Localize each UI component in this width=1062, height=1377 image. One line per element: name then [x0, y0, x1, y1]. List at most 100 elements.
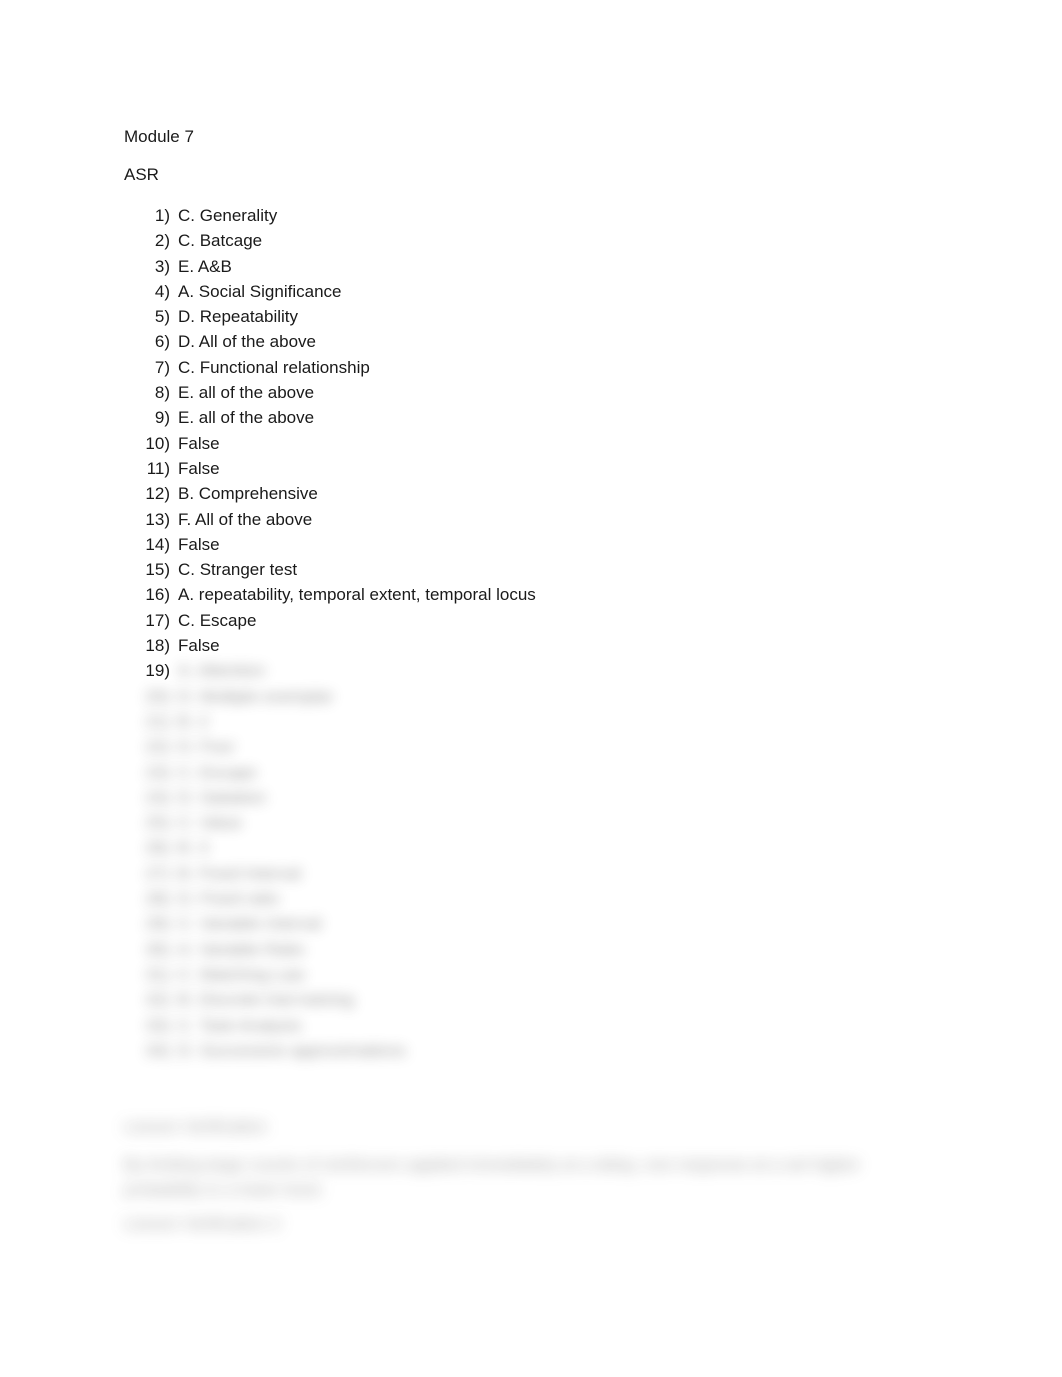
- answer-text: D. Fixed ratio: [178, 889, 280, 909]
- answer-number: 23): [145, 762, 170, 782]
- answer-text: D. Successive approximations: [178, 1040, 406, 1060]
- answer-text: F. All of the above: [178, 509, 313, 529]
- answer-row: 7) C. Functional relationship: [124, 355, 1004, 380]
- answer-text: C. Value: [178, 813, 242, 833]
- answer-row: 2) C. Batcage: [124, 228, 1004, 253]
- answer-text: E. all of the above: [178, 408, 315, 428]
- answer-number: 30): [145, 939, 170, 959]
- answer-text: False: [178, 458, 220, 478]
- answer-number: 31): [145, 964, 170, 984]
- answer-number: 9): [154, 408, 170, 428]
- answer-row: 16) A. repeatability, temporal extent, te…: [124, 582, 1004, 607]
- answer-row: 14) False: [124, 532, 1004, 557]
- answer-number: 19): [145, 661, 170, 681]
- answer-row: 6) D. All of the above: [124, 329, 1004, 354]
- answer-number: 16): [145, 585, 170, 605]
- answer-text: C. Escape: [178, 610, 257, 630]
- answer-row: 30) A. Variable Ratio: [124, 937, 1004, 962]
- answer-row: 20) D. Multiple exemplar: [124, 684, 1004, 709]
- answer-number: 13): [145, 509, 170, 529]
- answer-text: A. repeatability, temporal extent, tempo…: [178, 585, 536, 605]
- answer-row: 31) C. Matching Law: [124, 962, 1004, 987]
- answer-row: 28) D. Fixed ratio: [124, 886, 1004, 911]
- answer-row: 22) D. Four: [124, 734, 1004, 759]
- answer-row: 12) B. Comprehensive: [124, 481, 1004, 506]
- answer-number: 2): [154, 231, 170, 251]
- answer-text: C. Functional relationship: [178, 357, 370, 377]
- document-subtitle: ASR: [124, 165, 159, 184]
- answer-text: B. 3: [178, 838, 209, 858]
- answer-number: 8): [154, 383, 170, 403]
- answer-text: D. Satiation: [178, 787, 266, 807]
- answer-number: 5): [154, 307, 170, 327]
- answer-row: 10) False: [124, 431, 1004, 456]
- answer-number: 11): [146, 458, 170, 478]
- answer-text: A. Variable Ratio: [178, 939, 305, 959]
- page-title: Module 7: [124, 127, 194, 146]
- answer-row: 33) C. Task Analysis: [124, 1013, 1004, 1038]
- answer-text: False: [178, 433, 220, 453]
- section-heading-lesson-verification-2: Lesson Verification 2: [124, 1214, 281, 1233]
- answer-row: 3) E. A&B: [124, 254, 1004, 279]
- answer-list: 1) C. Generality 2) C. Batcage 3) E. A&B 4) A. …: [124, 203, 1004, 1063]
- answer-text: A. Social Significance: [178, 281, 342, 301]
- answer-number: 24): [145, 787, 170, 807]
- answer-number: 12): [145, 484, 170, 504]
- answer-row: 34) D. Successive approximations: [124, 1038, 1004, 1063]
- answer-text: False: [178, 534, 220, 554]
- answer-row: 27) B. Fixed Interval: [124, 861, 1004, 886]
- answer-number: 15): [145, 560, 170, 580]
- answer-number: 3): [154, 256, 170, 276]
- answer-text: D. Multiple exemplar: [178, 686, 333, 706]
- answer-row: 1) C. Generality: [124, 203, 1004, 228]
- answer-row: 21) B. 2: [124, 709, 1004, 734]
- answer-number: 25): [145, 813, 170, 833]
- answer-number: 18): [145, 636, 170, 656]
- answer-number: 26): [145, 838, 170, 858]
- answer-text: C. Matching Law: [178, 964, 305, 984]
- answer-text: E. A&B: [178, 256, 232, 276]
- answer-number: 21): [145, 711, 170, 731]
- answer-text: C. Task Analysis: [178, 1015, 302, 1035]
- answer-row: 25) C. Value: [124, 810, 1004, 835]
- answer-text: B. Fixed Interval: [178, 863, 301, 883]
- answer-text: D. Repeatability: [178, 307, 299, 327]
- answer-row: 15) C. Stranger test: [124, 557, 1004, 582]
- answer-row: 29) C. Variable Interval: [124, 911, 1004, 936]
- answer-row: 13) F. All of the above: [124, 507, 1004, 532]
- answer-text: False: [178, 636, 220, 656]
- answer-number: 4): [154, 281, 170, 301]
- answer-row: 9) E. all of the above: [124, 405, 1004, 430]
- answer-text: C. Stranger test: [178, 560, 298, 580]
- answer-number: 32): [145, 990, 170, 1010]
- answer-text: D. All of the above: [178, 332, 316, 352]
- answer-text: D. Four: [178, 737, 235, 757]
- section-heading-lesson-verification: Lesson Verification: [124, 1117, 267, 1136]
- answer-number: 29): [145, 914, 170, 934]
- answer-number: 28): [145, 889, 170, 909]
- answer-number: 22): [145, 737, 170, 757]
- answer-text: B. Discrete trial training: [178, 990, 354, 1010]
- answer-row: 19) A. Attention: [124, 658, 1004, 683]
- answer-number: 14): [145, 534, 170, 554]
- answer-number: 1): [154, 206, 170, 225]
- answer-row: 8) E. all of the above: [124, 380, 1004, 405]
- answer-row: 11) False: [124, 456, 1004, 481]
- answer-row: 18) False: [124, 633, 1004, 658]
- document-page: Module 7 ASR 1) C. Generality 2) C. Batcage…: [0, 0, 1062, 1377]
- answer-row: 23) C. Escape: [124, 760, 1004, 785]
- answer-number: 34): [145, 1040, 170, 1060]
- answer-text: E. all of the above: [178, 383, 315, 403]
- answer-number: 10): [145, 433, 170, 453]
- answer-text: C. Generality: [178, 206, 278, 225]
- answer-text: B. 2: [178, 711, 209, 731]
- answer-text: A. Attention: [178, 661, 265, 681]
- answer-text: C. Batcage: [178, 231, 263, 251]
- answer-number: 6): [154, 332, 170, 352]
- answer-text: B. Comprehensive: [178, 484, 318, 504]
- answer-row: 32) B. Discrete trial training: [124, 987, 1004, 1012]
- answer-number: 7): [154, 357, 170, 377]
- answer-number: 17): [145, 610, 170, 630]
- section-body-lesson-verification: By limiting large counts of reinforcers …: [124, 1155, 860, 1200]
- answer-number: 27): [145, 863, 170, 883]
